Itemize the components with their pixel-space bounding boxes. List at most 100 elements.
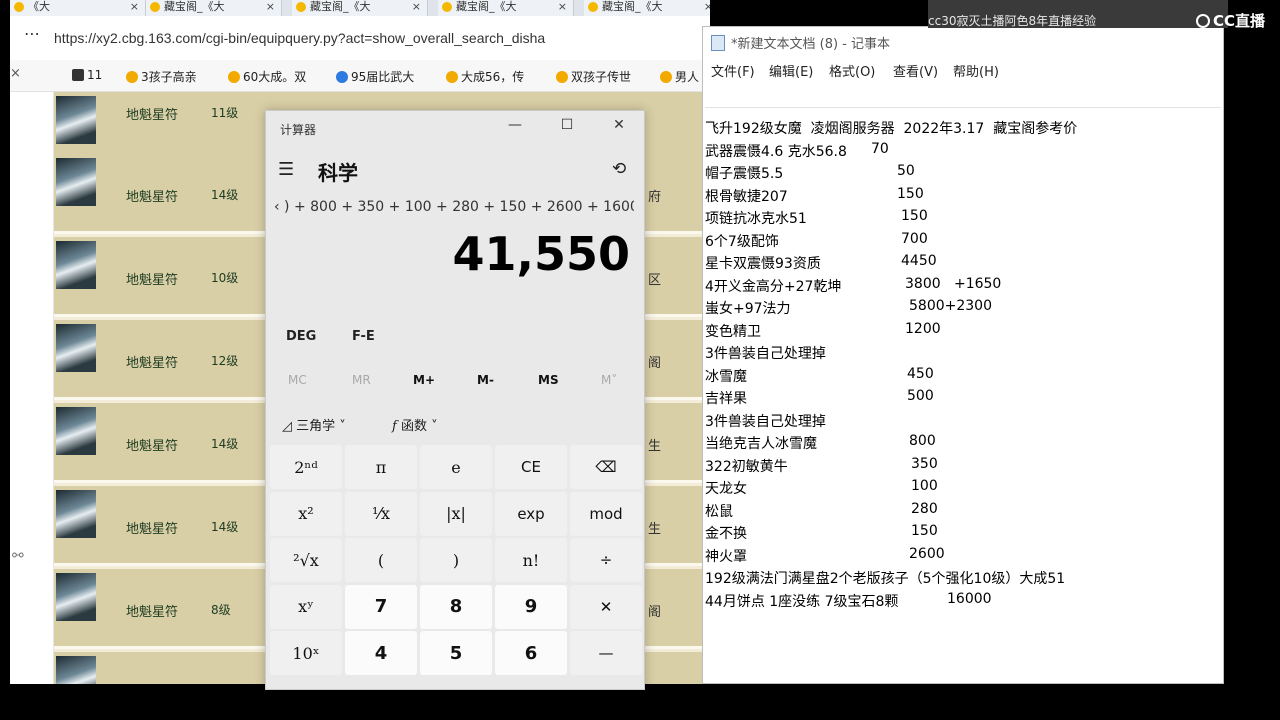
memory-store-button[interactable]: MS (538, 373, 559, 387)
menu-edit[interactable]: 编辑(E) (769, 61, 813, 80)
window-title: *新建文本文档 (8) - 记事本 (711, 33, 890, 52)
deg-button[interactable]: DEG (286, 329, 316, 344)
favicon-icon (14, 2, 24, 12)
menu-view[interactable]: 查看(V) (893, 61, 938, 80)
item-thumbnail[interactable] (56, 656, 96, 684)
browser-tab[interactable]: 藏宝阁_《大× (292, 0, 428, 16)
menu-format[interactable]: 格式(O) (829, 61, 875, 80)
pi-button[interactable]: π (345, 445, 417, 489)
price-value: 2600 (909, 545, 945, 562)
text-line: 星卡双震慑93资质 (705, 256, 821, 272)
euler-button[interactable]: e (420, 445, 492, 489)
exp-button[interactable]: exp (495, 491, 567, 536)
close-tab-icon[interactable]: × (558, 0, 567, 14)
power-button[interactable]: xʸ (270, 584, 342, 629)
function-icon: f (392, 419, 401, 434)
browser-tab[interactable]: 藏宝阁_《大× (584, 0, 710, 16)
clear-entry-button[interactable]: CE (495, 445, 567, 489)
link-icon[interactable]: ⚯ (12, 548, 24, 564)
text-editor[interactable]: 飞升192级女魔 凌烟阁服务器 2022年3.17 藏宝阁参考价 武器震慑4.6 … (705, 107, 1221, 681)
hamburger-menu-icon[interactable]: ☰ (278, 159, 294, 180)
tab-strip: 《大× 藏宝阁_《大× 藏宝阁_《大× 藏宝阁_《大× 藏宝阁_《大× (10, 0, 710, 16)
digit-8-button[interactable]: 8 (420, 584, 492, 629)
notepad-window: *新建文本文档 (8) - 记事本 文件(F) 编辑(E) 格式(O) 查看(V… (702, 26, 1224, 684)
menu-file[interactable]: 文件(F) (711, 61, 755, 80)
text-line: 项链抗冰克水51 (705, 211, 807, 227)
bookmark-item[interactable]: 大成56，传 (446, 68, 524, 85)
bookmark-icon (556, 71, 568, 83)
fe-button[interactable]: F-E (352, 329, 375, 344)
multiply-button[interactable]: ✕ (570, 584, 642, 629)
maximize-button[interactable]: ☐ (552, 117, 582, 133)
digit-7-button[interactable]: 7 (345, 584, 417, 629)
ten-power-button[interactable]: 10ˣ (270, 631, 342, 675)
price-value: 800 (909, 433, 936, 449)
digit-6-button[interactable]: 6 (495, 631, 567, 675)
bookmark-item[interactable]: 双孩子传世 (556, 68, 631, 85)
square-button[interactable]: x² (270, 491, 342, 536)
bookmark-item[interactable]: 95届比武大 (336, 68, 414, 85)
absolute-button[interactable]: |x| (420, 491, 492, 536)
memory-clear-button[interactable]: MC (288, 373, 307, 387)
item-thumbnail[interactable] (56, 158, 96, 206)
item-thumbnail[interactable] (56, 573, 96, 621)
url-field[interactable]: https://xy2.cbg.163.com/cgi-bin/equipque… (54, 30, 545, 46)
divide-button[interactable]: ÷ (570, 538, 642, 582)
factorial-button[interactable]: n! (495, 538, 567, 582)
bookmark-item[interactable]: 60大成。双 (228, 68, 306, 85)
reciprocal-button[interactable]: ¹⁄x (345, 491, 417, 536)
price-value: 150 (911, 523, 938, 539)
text-line: 322初敏黄牛 (705, 458, 788, 475)
memory-recall-button[interactable]: MR (352, 373, 371, 387)
text-line: 吉祥果 (705, 391, 747, 407)
item-thumbnail[interactable] (56, 324, 96, 372)
memory-subtract-button[interactable]: M- (477, 373, 494, 387)
mod-button[interactable]: mod (570, 491, 642, 536)
memory-list-button[interactable]: M˅ (601, 373, 617, 387)
close-button[interactable]: ✕ (604, 117, 634, 133)
text-line: 冰雪魔 (705, 368, 747, 385)
text-line: 变色精卫 (705, 323, 761, 340)
open-paren-button[interactable]: ( (345, 538, 417, 582)
browser-tab[interactable]: 藏宝阁_《大× (146, 0, 282, 16)
close-tab-icon[interactable]: × (130, 0, 139, 14)
second-function-button[interactable]: 2ⁿᵈ (270, 445, 342, 489)
browser-tab[interactable]: 藏宝阁_《大× (438, 0, 574, 16)
price-value: 1200 (905, 320, 941, 337)
item-thumbnail[interactable] (56, 96, 96, 144)
close-tab-icon[interactable]: × (412, 0, 421, 14)
close-tab-icon[interactable]: × (266, 0, 275, 14)
backspace-button[interactable]: ⌫ (570, 445, 642, 489)
function-dropdown[interactable]: f 函数 ˅ (392, 415, 438, 434)
chevron-down-icon: ˅ (335, 419, 346, 434)
more-icon[interactable]: ⋯ (24, 24, 40, 43)
browser-tab[interactable]: 《大 × (10, 0, 146, 16)
bookmark-icon (660, 71, 672, 83)
digit-4-button[interactable]: 4 (345, 631, 417, 675)
close-paren-button[interactable]: ) (420, 538, 492, 582)
menu-help[interactable]: 帮助(H) (953, 61, 999, 80)
text-line: 飞升192级女魔 凌烟阁服务器 2022年3.17 藏宝阁参考价 (705, 121, 1078, 137)
item-thumbnail[interactable] (56, 490, 96, 538)
digit-5-button[interactable]: 5 (420, 631, 492, 675)
trigonometry-dropdown[interactable]: ◿ 三角学 ˅ (282, 415, 346, 434)
item-thumbnail[interactable] (56, 241, 96, 289)
bookmark-icon (228, 71, 240, 83)
subtract-button[interactable]: — (570, 631, 642, 675)
text-line: 3件兽装自己处理掉 (705, 413, 826, 430)
item-thumbnail[interactable] (56, 407, 96, 455)
favicon-icon (150, 2, 160, 12)
favicon-icon (296, 2, 306, 12)
history-icon[interactable]: ⟲ (612, 159, 626, 179)
bookmark-item[interactable]: 11 (72, 68, 102, 82)
bookmark-item[interactable]: 3孩子高亲 (126, 68, 197, 85)
close-icon[interactable]: × (10, 66, 21, 81)
minimize-button[interactable]: — (500, 117, 530, 133)
close-tab-icon[interactable]: × (704, 0, 710, 14)
square-root-button[interactable]: ²√x (270, 538, 342, 582)
memory-add-button[interactable]: M+ (413, 373, 435, 387)
bookmark-item[interactable]: 男人 (660, 68, 699, 85)
digit-9-button[interactable]: 9 (495, 584, 567, 629)
price-value: 50 (897, 163, 915, 179)
price-value: 4450 (901, 253, 937, 269)
